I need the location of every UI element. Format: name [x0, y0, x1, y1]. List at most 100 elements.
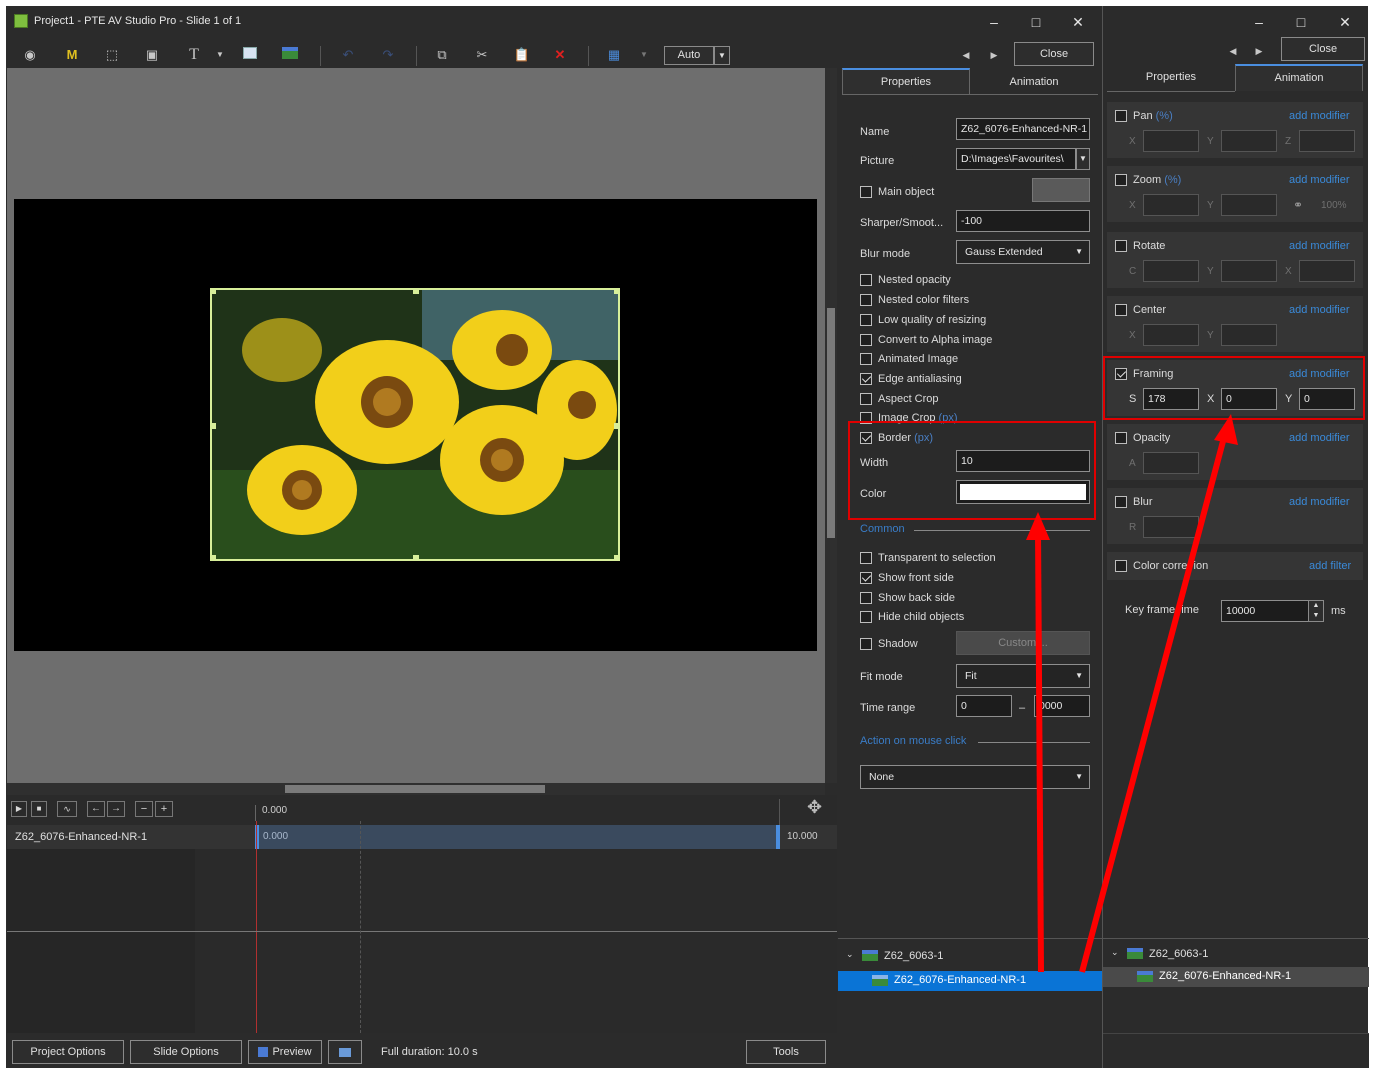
- rectangle-icon[interactable]: [240, 46, 260, 64]
- shadow-checkbox[interactable]: [860, 638, 872, 650]
- color-correction-checkbox[interactable]: [1115, 560, 1127, 572]
- tab-properties[interactable]: Properties: [842, 68, 970, 94]
- next-slide-icon[interactable]: ▶: [984, 46, 1004, 64]
- handle-mr[interactable]: [614, 423, 618, 429]
- time-range-to-input[interactable]: 0000: [1034, 695, 1090, 717]
- grid-dropdown-icon[interactable]: ▼: [634, 46, 654, 64]
- pan-checkbox[interactable]: [1115, 110, 1127, 122]
- close-window-button[interactable]: ✕: [1064, 12, 1092, 32]
- nested-color-filters-checkbox[interactable]: [860, 294, 872, 306]
- handle-tm[interactable]: [413, 290, 419, 294]
- convert-alpha-checkbox[interactable]: [860, 334, 872, 346]
- preview-button[interactable]: Preview: [248, 1040, 322, 1064]
- opacity-checkbox[interactable]: [1115, 432, 1127, 444]
- rotate-c-input[interactable]: [1143, 260, 1199, 282]
- handle-bm[interactable]: [413, 555, 419, 559]
- add-filter-link[interactable]: add filter: [1309, 560, 1351, 572]
- copy-icon[interactable]: ⧉: [432, 46, 452, 64]
- tab-animation[interactable]: Animation: [970, 70, 1098, 94]
- maximize-button[interactable]: □: [1022, 12, 1050, 32]
- tree-expand-icon[interactable]: ⌄: [846, 949, 854, 960]
- blur-r-input[interactable]: [1143, 516, 1199, 538]
- close-window-button[interactable]: ✕: [1331, 12, 1359, 32]
- blur-add-modifier-link[interactable]: add modifier: [1289, 496, 1350, 508]
- animated-image-checkbox[interactable]: [860, 353, 872, 365]
- selected-image[interactable]: [210, 288, 620, 561]
- blur-mode-select[interactable]: Gauss Extended ▼: [956, 240, 1090, 264]
- center-y-input[interactable]: [1221, 324, 1277, 346]
- canvas-vscroll[interactable]: [825, 68, 837, 783]
- tree-parent-item[interactable]: Z62_6063-1: [1149, 948, 1208, 960]
- customize-button[interactable]: Customi...: [956, 631, 1090, 655]
- canvas-hscroll-thumb[interactable]: [285, 785, 545, 793]
- playhead[interactable]: [256, 821, 257, 1033]
- aspect-crop-checkbox[interactable]: [860, 393, 872, 405]
- mask-icon[interactable]: M: [62, 46, 82, 64]
- tree-child-item[interactable]: Z62_6076-Enhanced-NR-1: [838, 971, 1102, 991]
- nested-opacity-checkbox[interactable]: [860, 274, 872, 286]
- rotate-y-input[interactable]: [1221, 260, 1277, 282]
- timeline-clip[interactable]: 0.000: [255, 825, 780, 849]
- transparent-selection-checkbox[interactable]: [860, 552, 872, 564]
- main-object-swatch[interactable]: [1032, 178, 1090, 202]
- next-slide-icon[interactable]: ▶: [1249, 42, 1269, 60]
- center-x-input[interactable]: [1143, 324, 1199, 346]
- key-frame-input[interactable]: 10000: [1221, 600, 1309, 622]
- link-icon[interactable]: ⚭: [1293, 198, 1303, 212]
- main-object-checkbox[interactable]: [860, 186, 872, 198]
- waveform-icon[interactable]: ∿: [57, 801, 77, 817]
- pan-z-input[interactable]: [1299, 130, 1355, 152]
- arrow-right-icon[interactable]: →: [107, 801, 125, 817]
- zoom-checkbox[interactable]: [1115, 174, 1127, 186]
- edge-antialiasing-checkbox[interactable]: [860, 373, 872, 385]
- pan-add-modifier-link[interactable]: add modifier: [1289, 110, 1350, 122]
- center-add-modifier-link[interactable]: add modifier: [1289, 304, 1350, 316]
- zoom-y-input[interactable]: [1221, 194, 1277, 216]
- prev-slide-icon[interactable]: ◀: [956, 46, 976, 64]
- name-input[interactable]: Z62_6076-Enhanced-NR-1: [956, 118, 1090, 140]
- canvas-area[interactable]: [7, 68, 825, 783]
- tools-button[interactable]: Tools: [746, 1040, 826, 1064]
- handle-br[interactable]: [614, 555, 618, 559]
- zoom-out-icon[interactable]: −: [135, 801, 153, 817]
- cut-icon[interactable]: ✂: [472, 46, 492, 64]
- key-frame-spinner[interactable]: ▲ ▼: [1308, 600, 1324, 622]
- redo-icon[interactable]: ↷: [378, 46, 398, 64]
- time-range-from-input[interactable]: 0: [956, 695, 1012, 717]
- project-options-button[interactable]: Project Options: [12, 1040, 124, 1064]
- blur-checkbox[interactable]: [1115, 496, 1127, 508]
- text-icon[interactable]: T: [184, 46, 204, 64]
- action-select[interactable]: None ▼: [860, 765, 1090, 789]
- close-button[interactable]: Close: [1014, 42, 1094, 66]
- canvas-hscroll[interactable]: [7, 783, 825, 795]
- arrow-left-icon[interactable]: ←: [87, 801, 105, 817]
- auto-zoom-select[interactable]: Auto: [664, 46, 714, 65]
- tree-parent-item[interactable]: Z62_6063-1: [884, 950, 943, 962]
- fit-mode-select[interactable]: Fit ▼: [956, 664, 1090, 688]
- move-icon[interactable]: ✥: [807, 797, 822, 818]
- paste-icon[interactable]: 📋: [512, 46, 532, 64]
- zoom-x-input[interactable]: [1143, 194, 1199, 216]
- handle-bl[interactable]: [212, 555, 216, 559]
- rotate-x-input[interactable]: [1299, 260, 1355, 282]
- low-quality-resizing-checkbox[interactable]: [860, 314, 872, 326]
- play-icon[interactable]: ▶: [11, 801, 27, 817]
- camera-icon[interactable]: ◉: [20, 46, 40, 64]
- tab-properties[interactable]: Properties: [1107, 65, 1235, 89]
- zoom-add-modifier-link[interactable]: add modifier: [1289, 174, 1350, 186]
- tab-animation[interactable]: Animation: [1235, 64, 1363, 91]
- minimize-button[interactable]: –: [980, 12, 1008, 32]
- hide-child-objects-checkbox[interactable]: [860, 611, 872, 623]
- close-button[interactable]: Close: [1281, 37, 1365, 61]
- opacity-a-input[interactable]: [1143, 452, 1199, 474]
- tree-child-item[interactable]: Z62_6076-Enhanced-NR-1: [1103, 967, 1369, 987]
- sharper-input[interactable]: -100: [956, 210, 1090, 232]
- canvas-vscroll-thumb[interactable]: [827, 308, 835, 538]
- delete-icon[interactable]: ✕: [550, 46, 570, 64]
- undo-icon[interactable]: ↶: [338, 46, 358, 64]
- show-front-side-checkbox[interactable]: [860, 572, 872, 584]
- slide-options-button[interactable]: Slide Options: [130, 1040, 242, 1064]
- prev-slide-icon[interactable]: ◀: [1223, 42, 1243, 60]
- auto-zoom-dropdown[interactable]: ▼: [714, 46, 730, 65]
- rotate-checkbox[interactable]: [1115, 240, 1127, 252]
